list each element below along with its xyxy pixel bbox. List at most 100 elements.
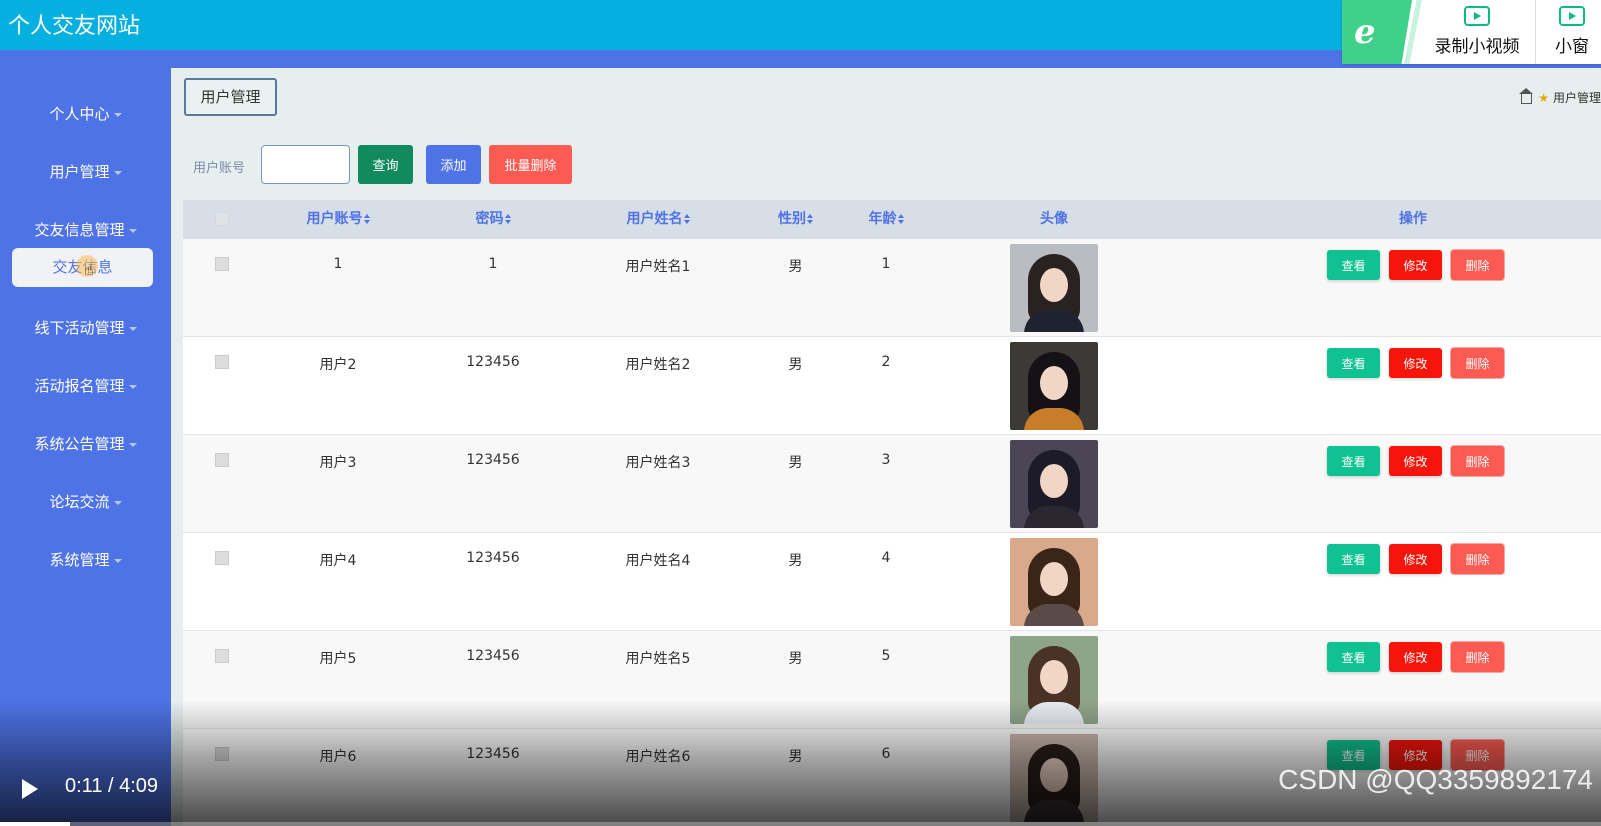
add-button[interactable]: 添加 <box>426 145 481 184</box>
search-label: 用户账号 <box>193 161 246 176</box>
caret-down-icon <box>128 228 137 233</box>
cell-name: 用户姓名5 <box>625 651 691 667</box>
avatar-image <box>1010 734 1098 822</box>
cell-gender: 男 <box>788 455 803 471</box>
edit-button[interactable]: 修改 <box>1389 348 1442 378</box>
view-button[interactable]: 查看 <box>1327 446 1380 476</box>
select-all-checkbox[interactable] <box>215 212 229 226</box>
sort-icon <box>504 214 511 224</box>
breadcrumb: ★ 用户管理 <box>1519 87 1601 106</box>
search-button[interactable]: 查询 <box>358 145 413 184</box>
cell-account: 用户2 <box>319 357 357 373</box>
cell-password: 123456 <box>466 648 520 664</box>
avatar-image <box>1010 636 1098 724</box>
mini-window-button[interactable]: 小窗 <box>1542 6 1601 57</box>
sidebar-item-personal-center[interactable]: 个人中心 <box>0 103 171 124</box>
sidebar-item-label: 线下活动管理 <box>34 319 125 337</box>
row-checkbox[interactable] <box>215 453 229 467</box>
cell-name: 用户姓名6 <box>625 749 691 765</box>
delete-button[interactable]: 删除 <box>1451 446 1504 476</box>
sidebar-item-label: 个人中心 <box>49 105 110 123</box>
batch-delete-button[interactable]: 批量删除 <box>489 145 572 184</box>
column-name[interactable]: 用户姓名 <box>603 200 713 239</box>
caret-down-icon <box>128 384 137 389</box>
sidebar-item-offline-activity-management[interactable]: 线下活动管理 <box>0 317 171 338</box>
row-checkbox[interactable] <box>215 355 229 369</box>
sidebar-item-user-management[interactable]: 用户管理 <box>0 161 171 182</box>
cell-age: 5 <box>881 648 891 664</box>
row-checkbox[interactable] <box>215 649 229 663</box>
table-row: 1 1 用户姓名1 男 1 查看 修改 删除 <box>183 239 1601 337</box>
delete-button[interactable]: 删除 <box>1451 642 1504 672</box>
cell-password: 123456 <box>466 746 520 762</box>
table-header: 用户账号 密码 用户姓名 性别 年龄 头像 操作 <box>183 200 1601 239</box>
cell-account: 用户6 <box>319 749 357 765</box>
table-row: 用户2 123456 用户姓名2 男 2 查看 修改 删除 <box>183 337 1601 435</box>
cell-account: 1 <box>333 256 343 272</box>
edit-button[interactable]: 修改 <box>1389 446 1442 476</box>
sidebar-item-system-management[interactable]: 系统管理 <box>0 549 171 570</box>
edit-button[interactable]: 修改 <box>1389 250 1442 280</box>
cell-age: 2 <box>881 354 891 370</box>
view-button[interactable]: 查看 <box>1327 348 1380 378</box>
column-gender[interactable]: 性别 <box>763 200 828 239</box>
view-button[interactable]: 查看 <box>1327 544 1380 574</box>
row-checkbox[interactable] <box>215 257 229 271</box>
sidebar-item-forum[interactable]: 论坛交流 <box>0 491 171 512</box>
cell-password: 123456 <box>466 452 520 468</box>
cell-account: 用户3 <box>319 455 357 471</box>
column-account[interactable]: 用户账号 <box>283 200 393 239</box>
mini-window-label: 小窗 <box>1555 37 1589 57</box>
sidebar-item-label: 活动报名管理 <box>34 377 125 395</box>
view-button[interactable]: 查看 <box>1327 642 1380 672</box>
table-row: 用户3 123456 用户姓名3 男 3 查看 修改 删除 <box>183 435 1601 533</box>
sort-icon <box>683 214 690 224</box>
page-tab[interactable]: 用户管理 <box>184 78 277 116</box>
recorder-logo-tile <box>1342 0 1412 64</box>
table-row: 用户4 123456 用户姓名4 男 4 查看 修改 删除 <box>183 533 1601 631</box>
sort-icon <box>897 214 904 224</box>
cell-account: 用户5 <box>319 651 357 667</box>
home-icon[interactable] <box>1519 87 1534 104</box>
cell-gender: 男 <box>788 357 803 373</box>
e-logo-icon: e <box>1354 12 1376 52</box>
sidebar-item-label: 交友信息管理 <box>34 221 125 239</box>
edit-button[interactable]: 修改 <box>1389 642 1442 672</box>
avatar-image <box>1010 538 1098 626</box>
record-video-button[interactable]: 录制小视频 <box>1424 6 1530 57</box>
sidebar-item-dating-info-management[interactable]: 交友信息管理 <box>0 219 171 240</box>
delete-button[interactable]: 删除 <box>1451 250 1504 280</box>
sidebar-item-announcement-management[interactable]: 系统公告管理 <box>0 433 171 454</box>
delete-button[interactable]: 删除 <box>1451 348 1504 378</box>
record-video-label: 录制小视频 <box>1434 37 1520 57</box>
cell-gender: 男 <box>788 651 803 667</box>
account-search-input[interactable] <box>261 145 350 184</box>
delete-button[interactable]: 删除 <box>1451 544 1504 574</box>
main-content: 用户管理 ★ 用户管理 用户账号 查询 添加 批量删除 用户账号 密码 用户姓名 … <box>171 68 1601 826</box>
site-title: 个人交友网站 <box>8 14 141 39</box>
table-row: 用户5 123456 用户姓名5 男 5 查看 修改 删除 <box>183 631 1601 729</box>
video-progress-bar[interactable] <box>0 822 1601 826</box>
view-button[interactable]: 查看 <box>1327 250 1380 280</box>
video-time: 0:11 / 4:09 <box>65 775 159 797</box>
column-avatar: 头像 <box>1040 211 1068 227</box>
caret-down-icon <box>113 558 122 563</box>
sort-icon <box>363 214 370 224</box>
column-age[interactable]: 年龄 <box>853 200 919 239</box>
cell-account: 用户4 <box>319 553 357 569</box>
edit-button[interactable]: 修改 <box>1389 544 1442 574</box>
cell-gender: 男 <box>788 553 803 569</box>
sidebar-subitem-dating-info[interactable]: 交友信息 ☝ <box>12 248 153 287</box>
video-camera-icon <box>1464 6 1490 26</box>
play-icon[interactable] <box>22 779 38 799</box>
avatar-image <box>1010 342 1098 430</box>
column-password[interactable]: 密码 <box>443 200 543 239</box>
row-checkbox[interactable] <box>215 747 229 761</box>
sidebar-item-activity-signup-management[interactable]: 活动报名管理 <box>0 375 171 396</box>
caret-down-icon <box>113 170 122 175</box>
recorder-divider <box>1535 0 1536 64</box>
row-checkbox[interactable] <box>215 551 229 565</box>
cell-name: 用户姓名4 <box>625 553 691 569</box>
cell-age: 6 <box>881 746 891 762</box>
sidebar-item-label: 系统管理 <box>49 551 110 569</box>
